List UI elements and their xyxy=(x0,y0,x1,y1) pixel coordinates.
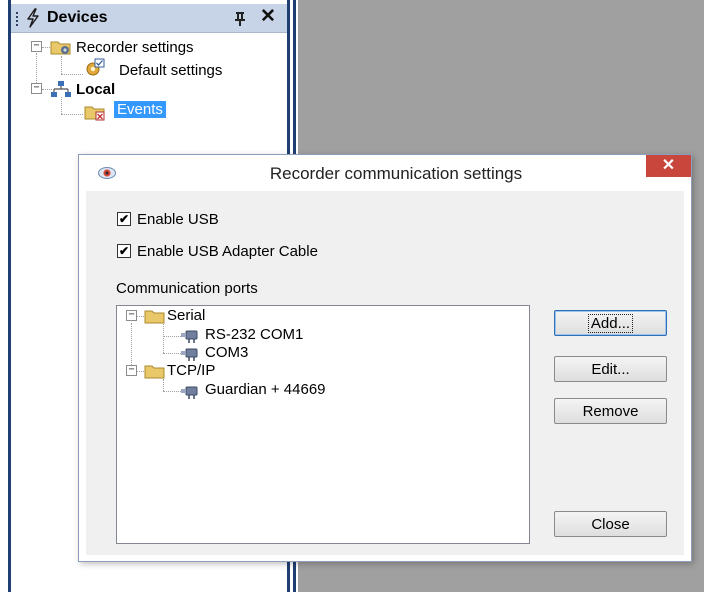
drag-grip-icon[interactable] xyxy=(16,12,18,26)
port-label-com3: COM3 xyxy=(205,344,249,361)
port-label-rs232-com1: RS-232 COM1 xyxy=(205,326,304,343)
add-button[interactable]: Add... xyxy=(554,310,667,336)
tree-label-default-settings: Default settings xyxy=(119,62,223,79)
devices-pane-title: Devices xyxy=(47,9,108,26)
tree-label-recorder-settings: Recorder settings xyxy=(76,39,194,56)
events-folder-icon xyxy=(84,106,105,121)
communication-ports-label: Communication ports xyxy=(116,280,258,297)
gear-settings-icon xyxy=(86,58,105,76)
close-button[interactable]: Close xyxy=(554,511,667,537)
plug-icon xyxy=(181,386,198,399)
collapse-toggle[interactable]: − xyxy=(126,310,137,321)
eye-icon xyxy=(98,167,116,179)
port-label-tcpip: TCP/IP xyxy=(167,362,216,379)
enable-usb-adapter-checkbox[interactable]: ✔ xyxy=(117,244,131,258)
recorder-communication-settings-dialog: Recorder communication settings ✕ ✔ Enab… xyxy=(78,154,692,562)
enable-usb-checkbox[interactable]: ✔ xyxy=(117,212,131,226)
folder-icon xyxy=(144,310,165,324)
folder-settings-icon xyxy=(50,41,71,55)
close-pane-button[interactable]: ✕ xyxy=(260,6,276,28)
folder-icon xyxy=(144,365,165,379)
edit-button[interactable]: Edit... xyxy=(554,356,667,382)
add-button-label: Add... xyxy=(587,314,634,333)
dialog-titlebar[interactable]: Recorder communication settings ✕ xyxy=(79,155,691,191)
port-label-serial: Serial xyxy=(167,307,206,324)
collapse-toggle[interactable]: − xyxy=(126,365,137,376)
devices-tree: − Recorder settings Default settings − L… xyxy=(11,34,287,164)
network-icon xyxy=(51,81,71,97)
pin-icon[interactable] xyxy=(233,11,247,27)
dialog-title: Recorder communication settings xyxy=(269,164,523,183)
dialog-close-button[interactable]: ✕ xyxy=(646,155,691,177)
lightning-icon xyxy=(27,8,39,28)
enable-usb-label: Enable USB xyxy=(137,210,219,228)
tree-label-local: Local xyxy=(76,81,116,98)
enable-usb-row[interactable]: ✔ Enable USB xyxy=(117,209,219,229)
dialog-body: ✔ Enable USB ✔ Enable USB Adapter Cable … xyxy=(86,191,684,555)
port-label-guardian: Guardian + 44669 xyxy=(205,381,326,398)
enable-usb-adapter-row[interactable]: ✔ Enable USB Adapter Cable xyxy=(117,241,318,261)
collapse-toggle[interactable]: − xyxy=(31,83,42,94)
devices-pane-header: Devices ✕ xyxy=(11,4,287,33)
remove-button[interactable]: Remove xyxy=(554,398,667,424)
plug-icon xyxy=(181,330,198,343)
enable-usb-adapter-label: Enable USB Adapter Cable xyxy=(137,242,318,260)
tree-label-events: Events xyxy=(114,101,166,118)
plug-icon xyxy=(181,348,198,361)
communication-ports-tree[interactable]: − Serial RS-232 COM1 COM3 − TCP/IP Guard… xyxy=(116,305,530,544)
collapse-toggle[interactable]: − xyxy=(31,41,42,52)
